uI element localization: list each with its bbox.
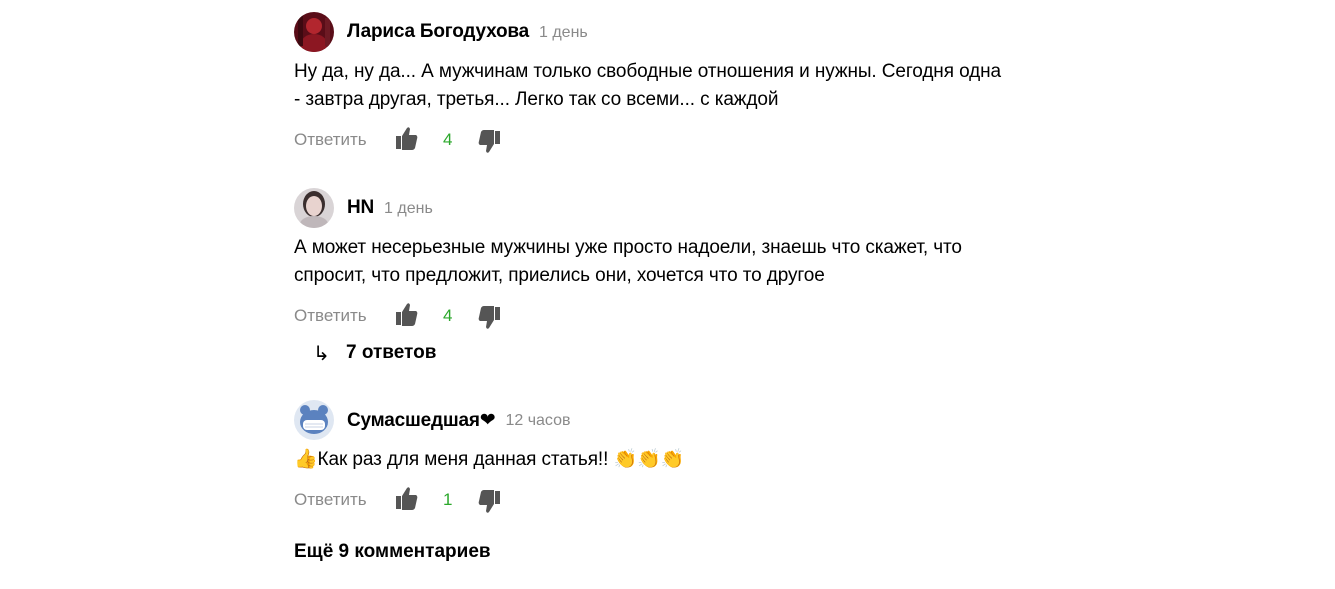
- thumbs-down-icon[interactable]: [478, 130, 500, 156]
- comment-text-line: 👍Как раз для меня данная статья!! 👏👏👏: [294, 449, 685, 470]
- avatar[interactable]: [294, 400, 334, 440]
- comment-text: А может несерьезные мужчины уже просто н…: [294, 234, 1054, 290]
- comment-text: 👍Как раз для меня данная статья!! 👏👏👏: [294, 446, 1054, 474]
- comment-item: Лариса Богодухова 1 день Ну да, ну да...…: [294, 12, 1064, 156]
- comment-text-line: Ну да, ну да... А мужчинам только свобод…: [294, 61, 1001, 82]
- comment-text-line: спросит, что предложит, приелись они, хо…: [294, 265, 825, 286]
- comment-author[interactable]: HN: [347, 197, 374, 219]
- comment-time: 12 часов: [505, 412, 571, 429]
- comment-text-line: А может несерьезные мужчины уже просто н…: [294, 237, 962, 258]
- reply-arrow-icon: ↳: [313, 341, 330, 365]
- comment-actions: Ответить 1: [294, 486, 1064, 516]
- comment-actions: Ответить 4: [294, 302, 1064, 332]
- like-count: 4: [443, 130, 453, 149]
- comment-actions: Ответить 4: [294, 126, 1064, 156]
- thumbs-down-icon[interactable]: [478, 306, 500, 332]
- reply-button[interactable]: Ответить: [294, 306, 367, 326]
- comment-author[interactable]: Лариса Богодухова: [347, 21, 529, 43]
- like-count: 1: [443, 490, 453, 509]
- more-comments-button[interactable]: Ещё 9 комментариев: [294, 541, 491, 563]
- comment-text-line: - завтра другая, третья... Легко так со …: [294, 89, 779, 110]
- comment-header: Сумасшедшая❤ 12 часов: [294, 400, 1064, 440]
- like-count: 4: [443, 306, 453, 325]
- avatar[interactable]: [294, 12, 334, 52]
- thumbs-up-icon[interactable]: [396, 486, 418, 512]
- thumbs-down-icon[interactable]: [478, 490, 500, 516]
- reply-button[interactable]: Ответить: [294, 130, 367, 150]
- comment-text: Ну да, ну да... А мужчинам только свобод…: [294, 58, 1054, 114]
- reply-button[interactable]: Ответить: [294, 490, 367, 510]
- comment-time: 1 день: [384, 200, 433, 217]
- comment-author[interactable]: Сумасшедшая❤: [347, 409, 496, 432]
- comment-header: Лариса Богодухова 1 день: [294, 12, 1064, 52]
- comment-header: HN 1 день: [294, 188, 1064, 228]
- comment-item: Сумасшедшая❤ 12 часов 👍Как раз для меня …: [294, 400, 1064, 516]
- thumbs-up-icon[interactable]: [396, 126, 418, 152]
- show-replies-button[interactable]: ↳ 7 ответов: [313, 341, 436, 365]
- replies-count-label: 7 ответов: [346, 342, 437, 363]
- comment-time: 1 день: [538, 24, 588, 41]
- thumbs-up-icon[interactable]: [396, 302, 418, 328]
- comment-item: HN 1 день А может несерьезные мужчины уж…: [294, 188, 1064, 365]
- avatar[interactable]: [294, 188, 334, 228]
